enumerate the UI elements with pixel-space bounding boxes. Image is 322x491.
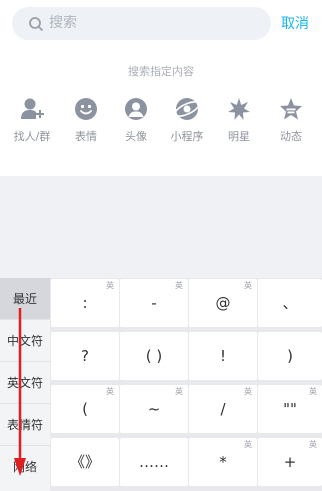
key-hint: 英 (244, 281, 252, 290)
key-hint: 英 (309, 440, 317, 449)
symbol-key[interactable]: * 英 (189, 438, 257, 486)
symbol-key[interactable]: ~ 英 (120, 385, 188, 433)
key-symbol: ( ) (145, 347, 163, 365)
symbol-key[interactable]: : 英 (51, 279, 119, 327)
key-symbol: ) (287, 347, 293, 365)
symbol-key[interactable]: - 英 (120, 279, 188, 327)
shortcut-label: 动态 (280, 130, 302, 143)
symbol-key[interactable]: ( ) (120, 332, 188, 380)
key-symbol: ! (219, 347, 226, 365)
smiley-icon (75, 98, 97, 120)
star-burst-icon (228, 98, 250, 120)
shortcut-mini-programs[interactable]: 小程序 (161, 96, 213, 148)
symbol-key[interactable]: ? (51, 332, 119, 380)
key-hint: 英 (175, 281, 183, 290)
symbol-key[interactable]: 、 (258, 279, 322, 327)
symbol-key[interactable]: ( 英 (51, 385, 119, 433)
search-section-hint: 搜索指定内容 (128, 65, 194, 78)
symbol-key[interactable]: "" 英 (258, 385, 322, 433)
star-bookmark-icon (280, 98, 302, 120)
symbol-key[interactable]: ) (258, 332, 322, 380)
symbol-key[interactable]: 《》 (51, 438, 119, 486)
key-hint: 英 (244, 387, 252, 396)
mini-program-icon (174, 98, 200, 120)
key-hint: 英 (106, 281, 114, 290)
key-hint: 英 (309, 387, 317, 396)
search-panel: 搜索 取消 搜索指定内容 找人/群 表情 头像 小程序 明星 动态 (0, 0, 322, 176)
shortcut-find-people[interactable]: 找人/群 (6, 96, 58, 148)
symbol-key[interactable]: @ 英 (189, 279, 257, 327)
results-area (0, 176, 322, 278)
search-placeholder: 搜索 (49, 15, 77, 31)
key-symbol: ? (81, 347, 89, 365)
key-hint: 英 (175, 387, 183, 396)
key-symbol: …… (139, 453, 169, 471)
search-input[interactable]: 搜索 (12, 7, 271, 40)
shortcut-celebrities[interactable]: 明星 (213, 96, 265, 148)
search-icon (29, 17, 43, 31)
add-person-icon (21, 98, 44, 119)
shortcut-moments[interactable]: 动态 (265, 96, 317, 148)
avatar-icon (125, 98, 147, 120)
scroll-down-arrow-icon (14, 308, 26, 476)
symbol-key[interactable]: / 英 (189, 385, 257, 433)
symbol-key[interactable]: ! (189, 332, 257, 380)
key-symbol: 、 (282, 294, 298, 312)
symbol-key[interactable]: …… (120, 438, 188, 486)
key-hint: 英 (244, 440, 252, 449)
cancel-button[interactable]: 取消 (281, 14, 309, 34)
key-hint: 英 (106, 387, 114, 396)
symbol-key[interactable]: + 英 (258, 438, 322, 486)
key-symbol: 《》 (69, 453, 100, 471)
symbol-keyboard: 最近 中文符 英文符 表情符 网络 : 英 - 英 @ 英 、 ? ( ) ! … (0, 278, 322, 491)
